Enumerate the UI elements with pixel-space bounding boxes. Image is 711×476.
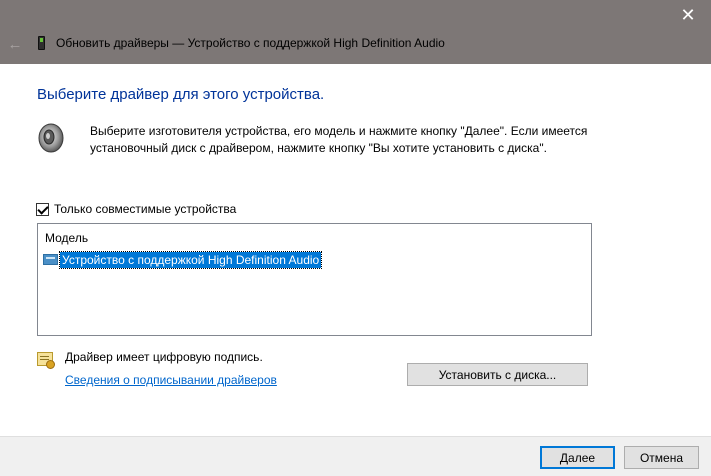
certificate-icon (37, 352, 55, 369)
device-icon (38, 36, 45, 50)
model-column-header: Модель (45, 231, 89, 245)
back-arrow-icon: ← (7, 35, 23, 53)
next-button[interactable]: Далее (540, 446, 615, 469)
compatible-devices-checkbox-row[interactable]: Только совместимые устройства (36, 202, 236, 216)
page-heading: Выберите драйвер для этого устройства. (37, 86, 325, 103)
back-button[interactable]: ← (5, 33, 25, 55)
signature-status: Драйвер имеет цифровую подпись. (65, 350, 263, 364)
close-icon: ✕ (680, 4, 696, 25)
window-title: Обновить драйверы — Устройство с поддерж… (56, 36, 445, 50)
list-item[interactable]: Устройство с поддержкой High Definition … (43, 250, 323, 269)
driver-signing-link[interactable]: Сведения о подписывании драйверов (65, 373, 277, 387)
model-list[interactable]: Модель Устройство с поддержкой High Defi… (37, 223, 592, 336)
audio-device-icon (43, 254, 58, 265)
compatible-devices-checkbox[interactable] (36, 202, 49, 216)
cancel-button[interactable]: Отмена (624, 446, 699, 469)
speaker-icon (38, 123, 64, 153)
have-disk-button[interactable]: Установить с диска... (407, 363, 588, 386)
compatible-devices-label: Только совместимые устройства (54, 202, 237, 216)
instructions-text: Выберите изготовителя устройства, его мо… (90, 124, 588, 155)
title-bar: ✕ ← Обновить драйверы — Устройство с под… (0, 0, 711, 64)
close-button[interactable]: ✕ (665, 0, 711, 30)
list-item-label: Устройство с поддержкой High Definition … (58, 250, 323, 269)
